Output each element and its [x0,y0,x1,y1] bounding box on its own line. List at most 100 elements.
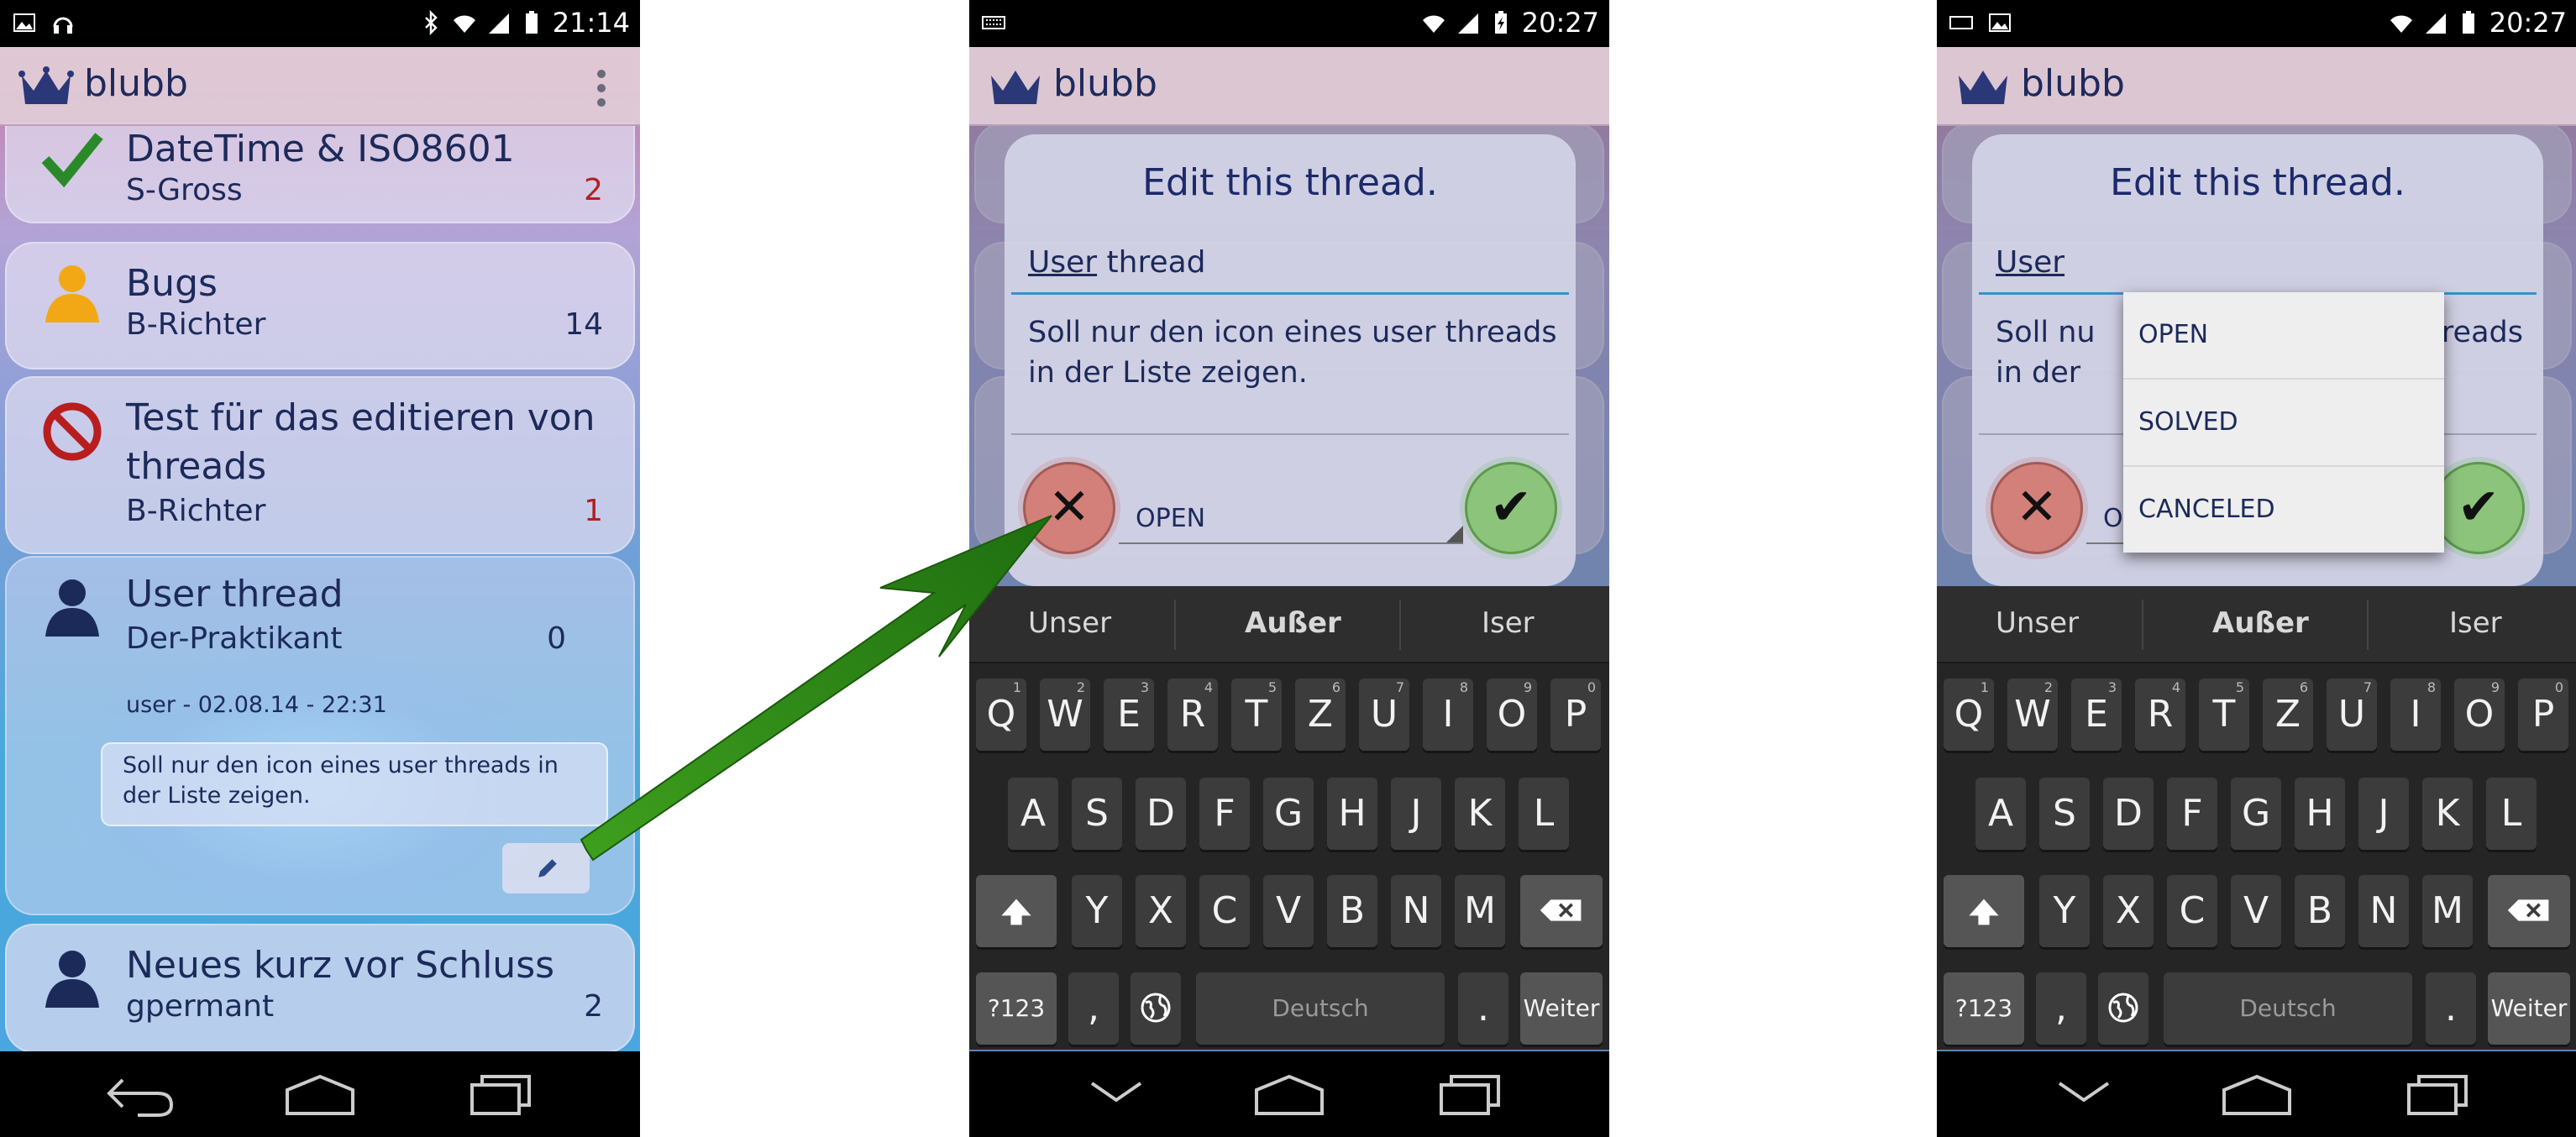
key-e[interactable]: E3 [2071,679,2122,751]
status-option-open[interactable]: OPEN [2123,292,2444,380]
language-key[interactable] [1131,972,1181,1045]
key-c[interactable]: C [1199,875,1250,947]
hide-keyboard-icon[interactable] [2054,1072,2113,1119]
key-k[interactable]: K [1455,778,1505,850]
period-key[interactable]: . [1458,972,1508,1045]
home-icon[interactable] [1251,1072,1327,1119]
key-b[interactable]: B [2295,875,2345,947]
suggestion-left[interactable]: Unser [1028,606,1111,640]
thread-name-field[interactable]: User [1996,245,2064,280]
key-c[interactable]: C [2167,875,2217,947]
space-bar[interactable]: Deutsch [1196,972,1445,1045]
suggestion-left[interactable]: Unser [1996,606,2079,640]
confirm-button[interactable]: ✔ [2432,462,2525,554]
recents-icon[interactable] [467,1072,534,1119]
overflow-menu-icon[interactable] [596,69,606,107]
key-y[interactable]: Y [1072,875,1122,947]
shift-key[interactable] [1944,875,2024,947]
key-d[interactable]: D [2103,778,2154,850]
key-l[interactable]: L [2486,778,2537,850]
key-i[interactable]: I8 [1423,679,1473,751]
key-q[interactable]: Q1 [976,679,1026,751]
key-g[interactable]: G [1263,778,1314,850]
thread-name-field[interactable]: User thread [1028,245,1206,280]
enter-key[interactable]: Weiter [1520,972,1603,1045]
key-x[interactable]: X [1136,875,1186,947]
thread-item-expanded[interactable]: User thread Der-Praktikant 0 user - 02.0… [5,556,635,915]
thread-item[interactable]: Test für das editieren von threads B-Ric… [5,376,635,554]
cancel-button[interactable]: ✕ [1023,462,1115,554]
key-u[interactable]: U7 [1359,679,1409,751]
status-option-solved[interactable]: SOLVED [2123,380,2444,467]
key-r[interactable]: R4 [2135,679,2185,751]
edit-thread-button[interactable] [502,843,590,893]
comma-key[interactable]: , [1068,972,1119,1045]
confirm-button[interactable]: ✔ [1465,462,1557,554]
status-spinner[interactable]: OPEN [1119,494,1463,544]
suggestion-right[interactable]: Iser [2449,606,2502,640]
key-m[interactable]: M [1455,875,1505,947]
suggestion-center[interactable]: Außer [1245,606,1341,640]
key-l[interactable]: L [1519,778,1569,850]
key-k[interactable]: K [2422,778,2473,850]
suggestion-right[interactable]: Iser [1482,606,1535,640]
key-h[interactable]: H [2295,778,2345,850]
key-q[interactable]: Q1 [1944,679,1994,751]
key-y[interactable]: Y [2039,875,2090,947]
key-g[interactable]: G [2231,778,2281,850]
key-i[interactable]: I8 [2390,679,2441,751]
recents-icon[interactable] [1436,1072,1503,1119]
period-key[interactable]: . [2426,972,2476,1045]
key-e[interactable]: E3 [1104,679,1154,751]
key-b[interactable]: B [1327,875,1377,947]
comma-key[interactable]: , [2036,972,2086,1045]
key-z[interactable]: Z6 [1295,679,1346,751]
key-m[interactable]: M [2422,875,2473,947]
key-n[interactable]: N [2358,875,2409,947]
key-n[interactable]: N [1391,875,1441,947]
home-icon[interactable] [2219,1072,2295,1119]
enter-key[interactable]: Weiter [2488,972,2570,1045]
key-a[interactable]: A [1975,778,2026,850]
symbols-key[interactable]: ?123 [976,972,1057,1045]
home-icon[interactable] [282,1072,358,1119]
hide-keyboard-icon[interactable] [1087,1072,1146,1119]
key-j[interactable]: J [2358,778,2409,850]
key-t[interactable]: T5 [2199,679,2249,751]
shift-key[interactable] [976,875,1057,947]
key-f[interactable]: F [1199,778,1250,850]
thread-description-field[interactable]: Soll nur den icon eines user threads in … [1028,312,1566,393]
status-option-canceled[interactable]: CANCELED [2123,467,2444,553]
key-s[interactable]: S [1072,778,1122,850]
key-w[interactable]: W2 [1040,679,1090,751]
key-a[interactable]: A [1008,778,1058,850]
key-p[interactable]: P0 [2518,679,2568,751]
key-v[interactable]: V [1263,875,1314,947]
thread-item[interactable]: Neues kurz vor Schluss gpermant 2 [5,924,635,1051]
thread-item[interactable]: DateTime & ISO8601 S-Gross 2 [5,123,635,223]
key-x[interactable]: X [2103,875,2154,947]
key-t[interactable]: T5 [1231,679,1282,751]
language-key[interactable] [2098,972,2148,1045]
thread-item[interactable]: Bugs B-Richter 14 [5,242,635,369]
key-u[interactable]: U7 [2327,679,2377,751]
symbols-key[interactable]: ?123 [1944,972,2024,1045]
recents-icon[interactable] [2404,1072,2471,1119]
key-j[interactable]: J [1391,778,1441,850]
cancel-button[interactable]: ✕ [1991,462,2083,554]
back-icon[interactable] [104,1072,176,1119]
key-z[interactable]: Z6 [2263,679,2313,751]
backspace-key[interactable] [1520,875,1603,947]
key-o[interactable]: O9 [2454,679,2505,751]
key-v[interactable]: V [2231,875,2281,947]
key-w[interactable]: W2 [2007,679,2058,751]
key-o[interactable]: O9 [1487,679,1537,751]
key-f[interactable]: F [2167,778,2217,850]
key-s[interactable]: S [2039,778,2090,850]
key-h[interactable]: H [1327,778,1377,850]
space-bar[interactable]: Deutsch [2164,972,2412,1045]
key-r[interactable]: R4 [1167,679,1218,751]
suggestion-center[interactable]: Außer [2212,606,2309,640]
key-p[interactable]: P0 [1550,679,1601,751]
backspace-key[interactable] [2488,875,2570,947]
